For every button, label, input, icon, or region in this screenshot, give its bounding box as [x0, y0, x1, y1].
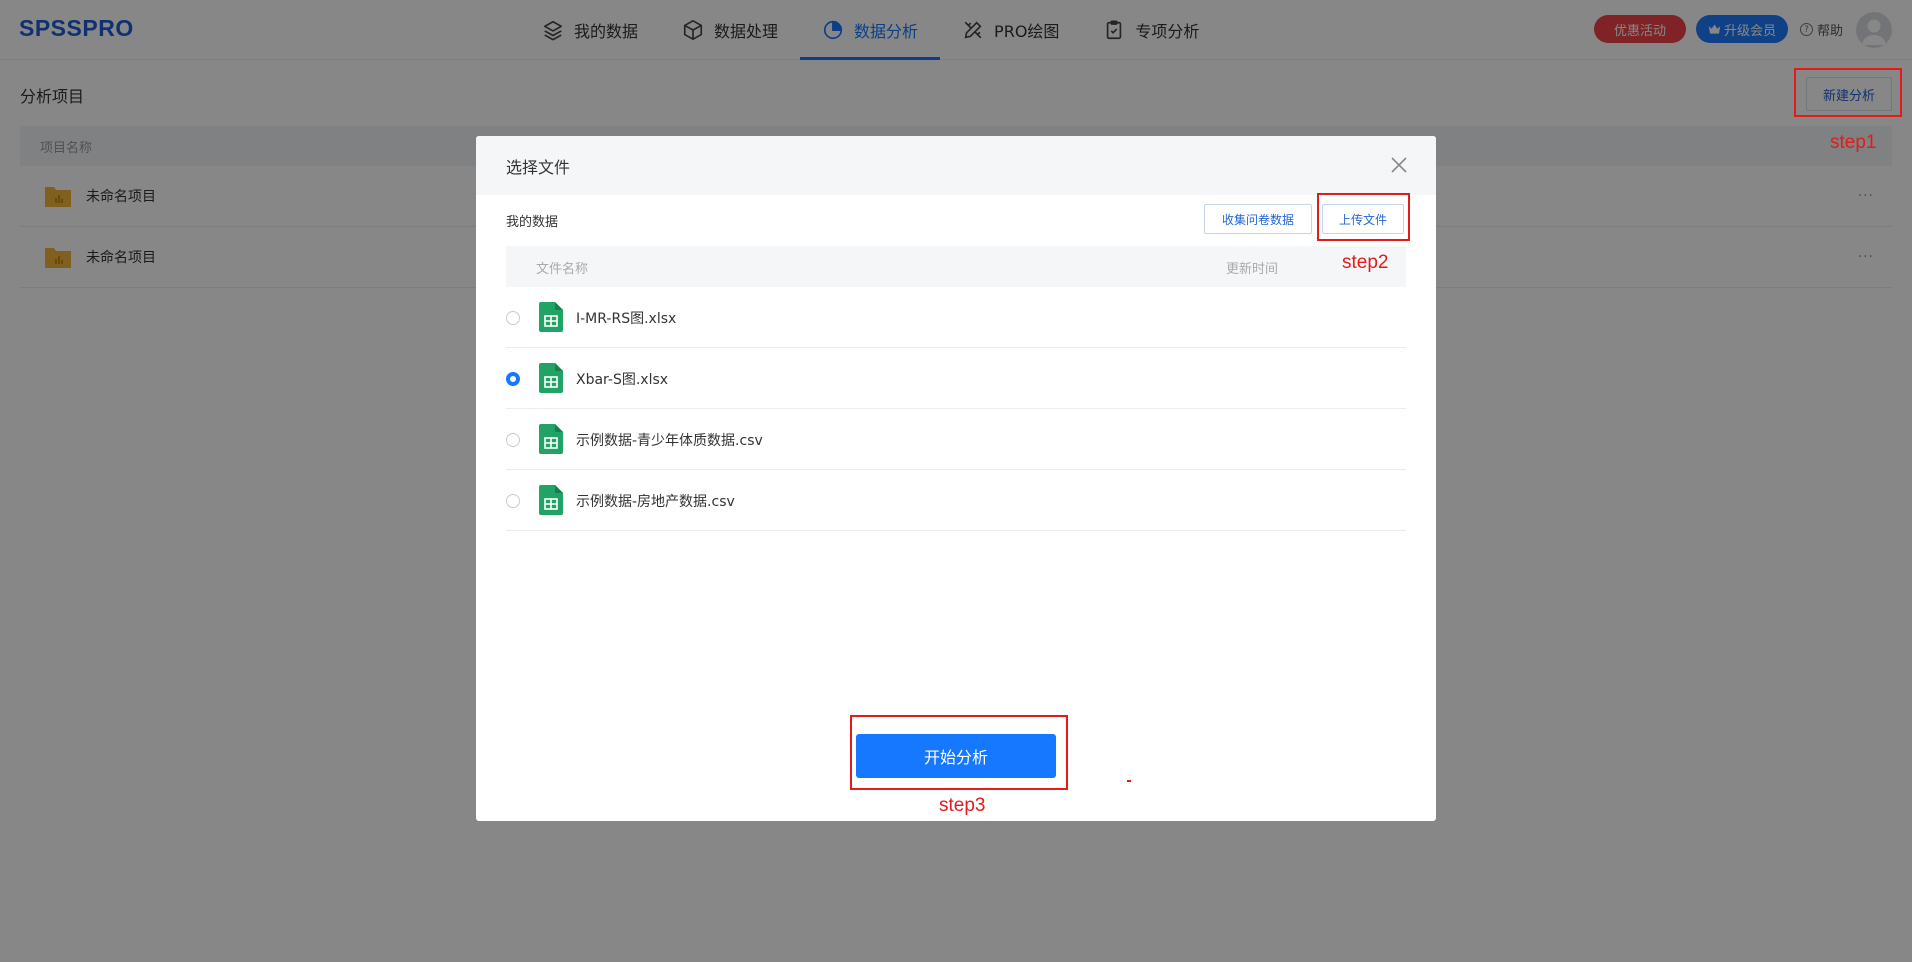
step1-highlight-box	[1794, 68, 1902, 117]
collect-survey-data-button[interactable]: 收集问卷数据	[1204, 204, 1312, 234]
step1-label: step1	[1830, 132, 1877, 153]
file-radio-selected[interactable]	[506, 372, 520, 386]
file-radio[interactable]	[506, 311, 520, 325]
step3-label: step3	[939, 795, 986, 816]
spreadsheet-icon	[539, 485, 563, 515]
file-radio[interactable]	[506, 494, 520, 508]
file-row[interactable]: 示例数据-房地产数据.csv	[506, 470, 1406, 531]
close-icon[interactable]	[1390, 156, 1408, 174]
annotation-mark	[1127, 780, 1131, 782]
file-radio[interactable]	[506, 433, 520, 447]
column-update-time: 更新时间	[1226, 262, 1279, 277]
file-table-header: 文件名称 更新时间	[506, 246, 1406, 287]
file-row[interactable]: I-MR-RS图.xlsx	[506, 287, 1406, 348]
file-name: I-MR-RS图.xlsx	[576, 311, 677, 327]
file-row[interactable]: Xbar-S图.xlsx	[506, 348, 1406, 409]
file-row[interactable]: 示例数据-青少年体质数据.csv	[506, 409, 1406, 470]
dialog-header: 选择文件	[476, 136, 1436, 195]
dialog-title: 选择文件	[506, 157, 571, 177]
file-name: Xbar-S图.xlsx	[576, 372, 669, 388]
step2-highlight-box	[1317, 193, 1410, 241]
column-file-name: 文件名称	[536, 262, 589, 277]
spreadsheet-icon	[539, 302, 563, 332]
step3-highlight-box	[850, 715, 1068, 790]
spreadsheet-icon	[539, 363, 563, 393]
my-data-label: 我的数据	[506, 215, 559, 230]
step2-label: step2	[1342, 252, 1389, 273]
file-name: 示例数据-青少年体质数据.csv	[576, 433, 763, 449]
file-name: 示例数据-房地产数据.csv	[576, 494, 735, 510]
spreadsheet-icon	[539, 424, 563, 454]
